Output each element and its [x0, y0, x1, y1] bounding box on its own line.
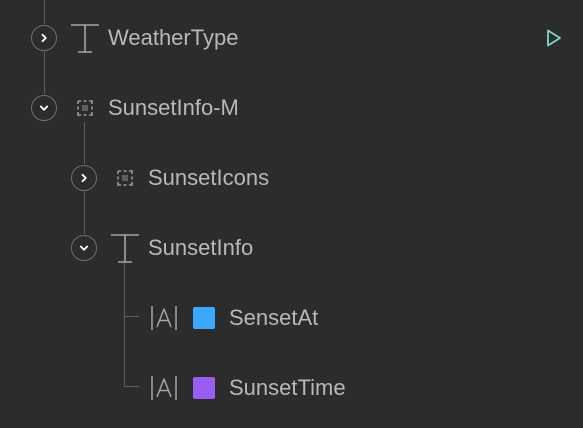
layer-tree: WeatherType SunsetInfo-M SunsetIcons Sun… [0, 0, 583, 428]
chevron-down-icon [39, 105, 49, 111]
group-icon [117, 170, 133, 186]
layer-label: SunsetInfo-M [108, 95, 239, 120]
collapse-toggle[interactable] [31, 95, 57, 121]
layer-label: SunsetTime [229, 375, 346, 400]
text-t-icon [71, 24, 99, 53]
collapse-toggle[interactable] [71, 235, 97, 261]
text-style-a-icon [151, 376, 177, 400]
group-icon [77, 100, 93, 116]
chevron-right-icon [81, 173, 87, 183]
layer-row-sunset-icons[interactable]: SunsetIcons [0, 158, 583, 198]
expand-toggle[interactable] [71, 165, 97, 191]
layer-row-sunset-info[interactable]: SunsetInfo [0, 228, 583, 268]
layer-label: SunsetInfo [148, 235, 254, 260]
text-style-a-icon [151, 306, 177, 330]
layer-label: SunsetIcons [148, 165, 270, 190]
color-swatch [193, 377, 215, 399]
expand-toggle[interactable] [31, 25, 57, 51]
text-t-icon [111, 234, 139, 263]
chevron-right-icon [41, 33, 47, 43]
color-swatch [193, 307, 215, 329]
layer-row-senset-at[interactable]: SensetAt [0, 298, 583, 338]
layer-row-sunset-info-m[interactable]: SunsetInfo-M [0, 88, 583, 128]
play-icon[interactable] [545, 28, 563, 48]
chevron-down-icon [79, 245, 89, 251]
layer-label: WeatherType [108, 25, 239, 50]
layer-row-sunset-time[interactable]: SunsetTime [0, 368, 583, 408]
layer-row-weather-type[interactable]: WeatherType [0, 18, 583, 58]
layer-label: SensetAt [229, 305, 319, 330]
